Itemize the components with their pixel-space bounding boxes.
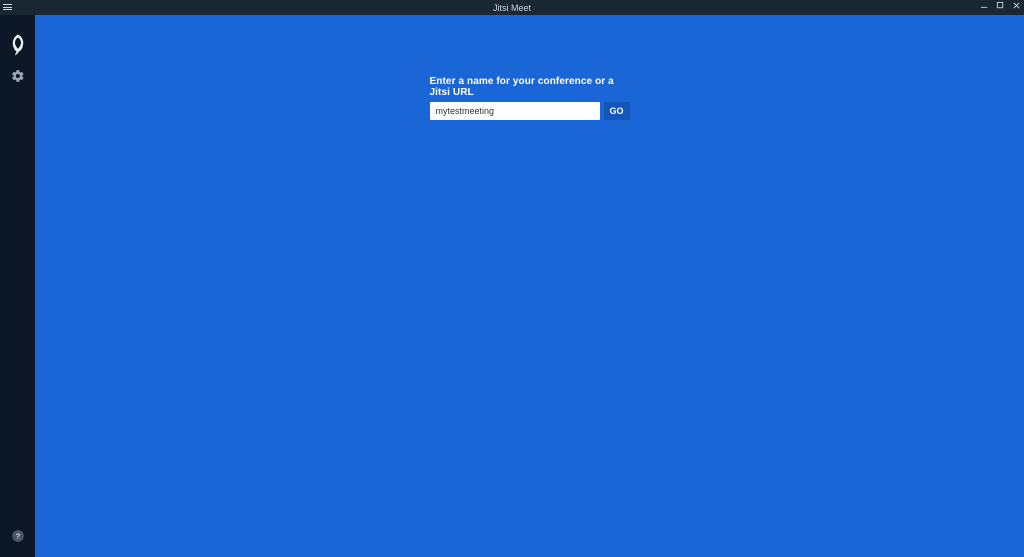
conference-name-input[interactable] [430, 102, 600, 120]
settings-icon[interactable] [11, 69, 25, 83]
minimize-button[interactable] [980, 1, 989, 10]
go-button[interactable]: GO [604, 102, 630, 120]
window-titlebar: Jitsi Meet [0, 0, 1024, 15]
jitsi-logo-icon[interactable] [9, 33, 27, 57]
window-controls [980, 1, 1021, 10]
sidebar: ? [0, 15, 35, 557]
conference-prompt-label: Enter a name for your conference or a Ji… [430, 76, 630, 98]
svg-text:?: ? [15, 532, 20, 541]
main-content: Enter a name for your conference or a Ji… [35, 15, 1024, 557]
hamburger-menu-icon[interactable] [3, 2, 13, 12]
conference-form: Enter a name for your conference or a Ji… [430, 76, 630, 120]
window-title: Jitsi Meet [0, 3, 1024, 13]
close-button[interactable] [1012, 1, 1021, 10]
help-icon[interactable]: ? [11, 529, 25, 543]
conference-input-row: GO [430, 102, 630, 120]
workspace: ? Enter a name for your conference or a … [0, 15, 1024, 557]
maximize-button[interactable] [996, 1, 1005, 10]
